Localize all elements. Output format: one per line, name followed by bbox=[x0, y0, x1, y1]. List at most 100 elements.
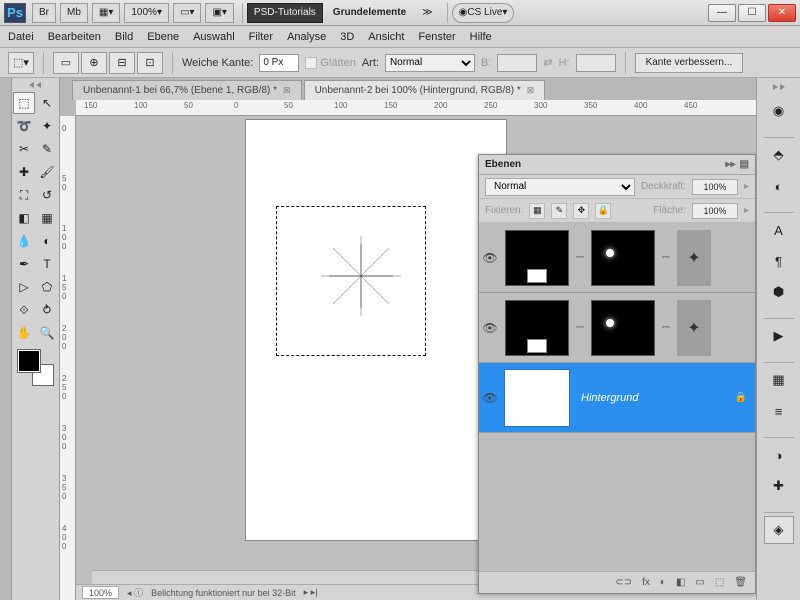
character-panel-icon[interactable]: A bbox=[764, 216, 794, 244]
status-zoom[interactable]: 100% bbox=[82, 586, 119, 599]
layer-row[interactable]: 👁 ⎓ ⎓ ✦ bbox=[479, 293, 755, 363]
menu-fenster[interactable]: Fenster bbox=[418, 31, 455, 43]
magic-wand-tool[interactable]: ✦ bbox=[36, 115, 58, 137]
menu-hilfe[interactable]: Hilfe bbox=[470, 31, 492, 43]
close-icon[interactable]: ⊠ bbox=[527, 85, 535, 96]
maximize-button[interactable]: ☐ bbox=[738, 4, 766, 22]
smart-filter-icon[interactable]: ✦ bbox=[677, 230, 711, 286]
layer-name[interactable]: Hintergrund bbox=[573, 392, 735, 404]
lock-pixels-icon[interactable]: ✎ bbox=[551, 203, 567, 219]
info-panel-icon[interactable]: ✚ bbox=[764, 472, 794, 500]
lock-transparency-icon[interactable]: ▦ bbox=[529, 203, 545, 219]
paragraph-panel-icon[interactable]: ¶ bbox=[764, 247, 794, 275]
menu-3d[interactable]: 3D bbox=[340, 31, 354, 43]
fill-input[interactable]: 100% bbox=[692, 203, 738, 219]
layer-mask-icon[interactable]: ◐ bbox=[660, 577, 666, 588]
menu-datei[interactable]: Datei bbox=[8, 31, 34, 43]
history-brush-tool[interactable]: ↺ bbox=[36, 184, 58, 206]
panel-collapse-icon[interactable]: ▸▸ bbox=[726, 159, 736, 170]
dodge-tool[interactable]: ◐ bbox=[36, 230, 58, 252]
close-icon[interactable]: ⊠ bbox=[283, 85, 291, 96]
color-swatches[interactable] bbox=[18, 350, 54, 386]
feather-input[interactable]: 0 Px bbox=[259, 54, 299, 72]
new-layer-icon[interactable]: ⬚ bbox=[715, 577, 724, 588]
adjustments-panel-icon[interactable]: ⬘ bbox=[764, 141, 794, 169]
dock-expand-icon[interactable] bbox=[772, 84, 786, 90]
delete-layer-icon[interactable]: 🗑 bbox=[734, 577, 747, 588]
workspace-grundelemente[interactable]: Grundelemente bbox=[327, 3, 412, 23]
crop-tool[interactable]: ✂ bbox=[13, 138, 35, 160]
shape-tool[interactable]: ⬠ bbox=[36, 276, 58, 298]
canvas-area[interactable]: 100% ◂ ⓘ Belichtung funktioniert nur bei… bbox=[76, 116, 756, 600]
panel-title[interactable]: Ebenen bbox=[485, 159, 521, 170]
ruler-vertical[interactable]: 050100150200250300350400 bbox=[60, 116, 76, 600]
marquee-tool[interactable]: ⬚ bbox=[13, 92, 35, 114]
selection-subtract[interactable]: ⊟ bbox=[109, 52, 135, 74]
mask-thumbnail[interactable] bbox=[591, 230, 655, 286]
view-extras-button[interactable]: ▦▾ bbox=[92, 3, 120, 23]
pen-tool[interactable]: ✒ bbox=[13, 253, 35, 275]
healing-tool[interactable]: ✚ bbox=[13, 161, 35, 183]
eyedropper-tool[interactable]: ✎ bbox=[36, 138, 58, 160]
layer-row-hintergrund[interactable]: 👁 Hintergrund 🔒 bbox=[479, 363, 755, 433]
visibility-icon[interactable]: 👁 bbox=[479, 391, 501, 405]
layer-thumbnail[interactable] bbox=[505, 300, 569, 356]
ruler-horizontal[interactable]: 15010050050100150200250300350400450 bbox=[76, 100, 756, 116]
screen-mode-button[interactable]: ▣▾ bbox=[205, 3, 233, 23]
panel-menu-icon[interactable]: ▤ bbox=[740, 159, 749, 170]
masks-panel-icon[interactable]: ◐ bbox=[764, 172, 794, 200]
3d-camera-tool[interactable]: ⥁ bbox=[36, 299, 58, 321]
layer-fx-icon[interactable]: fx bbox=[642, 577, 650, 588]
layer-thumbnail[interactable] bbox=[505, 230, 569, 286]
eraser-tool[interactable]: ◧ bbox=[13, 207, 35, 229]
zoom-level[interactable]: 100% ▾ bbox=[124, 3, 169, 23]
history-panel-icon[interactable]: ≡ bbox=[764, 397, 794, 425]
toolbox-collapse-icon[interactable] bbox=[29, 82, 43, 88]
tab-unbenannt-1[interactable]: Unbenannt-1 bei 66,7% (Ebene 1, RGB/8) *… bbox=[72, 80, 302, 100]
hand-tool[interactable]: ✋ bbox=[13, 322, 35, 344]
menu-filter[interactable]: Filter bbox=[249, 31, 273, 43]
new-group-icon[interactable]: ▭ bbox=[695, 577, 704, 588]
smart-filter-icon[interactable]: ✦ bbox=[677, 300, 711, 356]
close-button[interactable]: ✕ bbox=[768, 4, 796, 22]
opacity-input[interactable]: 100% bbox=[692, 179, 738, 195]
lock-all-icon[interactable]: 🔒 bbox=[595, 203, 611, 219]
lasso-tool[interactable]: ➰ bbox=[13, 115, 35, 137]
menu-bild[interactable]: Bild bbox=[115, 31, 133, 43]
brush-tool[interactable]: 🖌 bbox=[36, 161, 58, 183]
menu-ansicht[interactable]: Ansicht bbox=[368, 31, 404, 43]
menu-ebene[interactable]: Ebene bbox=[147, 31, 179, 43]
selection-new[interactable]: ▭ bbox=[53, 52, 79, 74]
move-tool[interactable]: ↖ bbox=[36, 92, 58, 114]
blend-mode-select[interactable]: Normal bbox=[485, 178, 635, 196]
visibility-icon[interactable]: 👁 bbox=[479, 251, 501, 265]
adjustment-layer-icon[interactable]: ◧ bbox=[676, 577, 685, 588]
workspace-psdtutorials[interactable]: PSD-Tutorials bbox=[247, 3, 323, 23]
tool-preset[interactable]: ⬚▾ bbox=[8, 52, 34, 74]
foreground-color[interactable] bbox=[18, 350, 40, 372]
layer-row[interactable]: 👁 ⎓ ⎓ ✦ bbox=[479, 223, 755, 293]
cslive-button[interactable]: ◉ CS Live ▾ bbox=[452, 3, 515, 23]
style-select[interactable]: Normal bbox=[385, 54, 475, 72]
color-panel-icon[interactable]: ◉ bbox=[764, 97, 794, 125]
actions-panel-icon[interactable]: ▶ bbox=[764, 322, 794, 350]
minibridge-button[interactable]: Mb bbox=[60, 3, 88, 23]
navigator-panel-icon[interactable]: ◑ bbox=[764, 441, 794, 469]
gradient-tool[interactable]: ▦ bbox=[36, 207, 58, 229]
workspace-more[interactable]: ≫ bbox=[416, 3, 438, 23]
menu-bearbeiten[interactable]: Bearbeiten bbox=[48, 31, 101, 43]
arrange-button[interactable]: ▭▾ bbox=[173, 3, 201, 23]
minimize-button[interactable]: — bbox=[708, 4, 736, 22]
link-layers-icon[interactable]: ⊂⊃ bbox=[615, 577, 632, 588]
lock-position-icon[interactable]: ✥ bbox=[573, 203, 589, 219]
menu-analyse[interactable]: Analyse bbox=[287, 31, 326, 43]
stamp-tool[interactable]: ⛶ bbox=[13, 184, 35, 206]
mask-thumbnail[interactable] bbox=[591, 300, 655, 356]
refine-edge-button[interactable]: Kante verbessern... bbox=[635, 53, 744, 73]
layers-panel-icon[interactable]: ◈ bbox=[764, 516, 794, 544]
tab-unbenannt-2[interactable]: Unbenannt-2 bei 100% (Hintergrund, RGB/8… bbox=[304, 80, 546, 100]
styles-panel-icon[interactable]: ⬢ bbox=[764, 278, 794, 306]
visibility-icon[interactable]: 👁 bbox=[479, 321, 501, 335]
swatches-panel-icon[interactable]: ▦ bbox=[764, 366, 794, 394]
bridge-button[interactable]: Br bbox=[32, 3, 56, 23]
